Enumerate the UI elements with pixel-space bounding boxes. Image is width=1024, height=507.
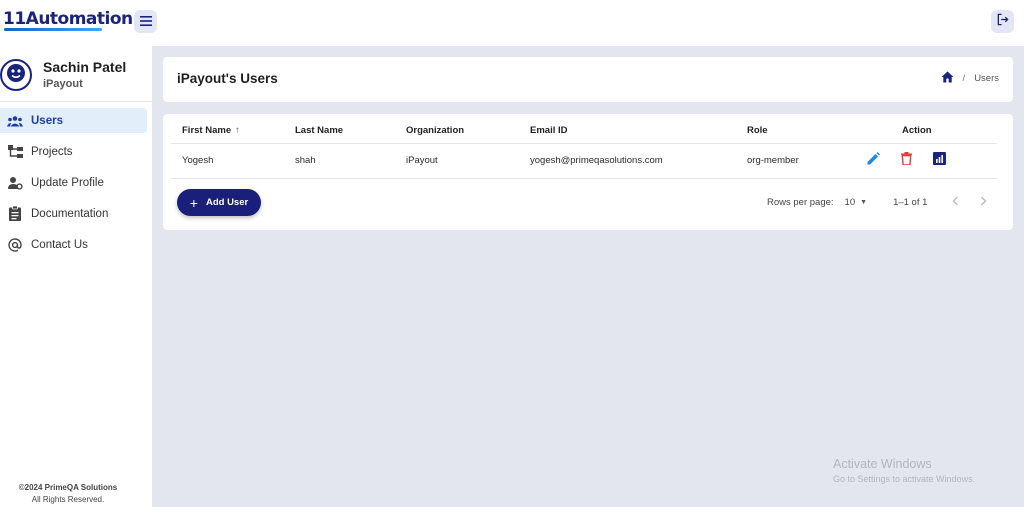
- sidebar-item-update-profile[interactable]: Update Profile: [0, 170, 147, 195]
- update-profile-icon: [7, 175, 23, 191]
- edit-button[interactable]: [865, 152, 881, 170]
- user-profile: Sachin Patel iPayout: [0, 46, 152, 102]
- breadcrumb-separator: /: [962, 73, 966, 84]
- rights-text: All Rights Reserved.: [31, 495, 105, 504]
- users-icon: [7, 113, 23, 129]
- cell-first-name: Yogesh: [182, 155, 214, 166]
- watermark-title: Activate Windows: [833, 457, 932, 471]
- cell-role: org-member: [747, 155, 799, 166]
- sidebar-item-label: Documentation: [31, 207, 109, 220]
- logout-icon: [996, 13, 1009, 31]
- column-header-email: Email ID: [530, 125, 568, 136]
- at-sign-icon: [7, 237, 23, 253]
- report-button[interactable]: [931, 152, 947, 170]
- user-name: Sachin Patel: [43, 59, 127, 75]
- sidebar-item-documentation[interactable]: Documentation: [0, 201, 147, 226]
- page-title: iPayout's Users: [177, 71, 278, 86]
- top-bar: 11Automation: [0, 0, 1024, 46]
- logo-underline: [4, 28, 102, 31]
- sidebar-item-users[interactable]: Users: [0, 108, 147, 133]
- column-header-first-name[interactable]: First Name ↑: [182, 118, 240, 144]
- copyright-text: ©2024 PrimeQA Solutions: [18, 483, 118, 492]
- face-icon: [5, 62, 27, 89]
- caret-down-icon: ▼: [860, 198, 868, 206]
- breadcrumb: / Users: [941, 71, 999, 86]
- breadcrumb-current: Users: [974, 73, 999, 84]
- users-table-card: First Name ↑ Last Name Organization Email…: [163, 114, 1013, 230]
- pagination-range: 1–1 of 1: [893, 196, 928, 208]
- column-header-role: Role: [747, 125, 768, 136]
- main-content: iPayout's Users / Users First Name ↑ Last…: [152, 46, 1024, 507]
- pencil-icon: [867, 152, 880, 170]
- menu-toggle-button[interactable]: [134, 10, 157, 33]
- app-logo[interactable]: 11Automation: [3, 9, 133, 29]
- sidebar-nav: Users Projects Update Profile Documentat…: [0, 108, 152, 263]
- column-header-label: First Name: [182, 125, 232, 136]
- previous-page-button[interactable]: [945, 192, 965, 212]
- rows-per-page-value: 10: [844, 196, 856, 208]
- page-header-card: iPayout's Users / Users: [163, 57, 1013, 102]
- column-header-action: Action: [902, 125, 932, 136]
- add-user-button[interactable]: + Add User: [177, 189, 261, 216]
- sidebar-item-label: Projects: [31, 145, 73, 158]
- sidebar: Sachin Patel iPayout Users Projects Upda…: [0, 46, 152, 507]
- watermark-subtitle: Go to Settings to activate Windows.: [833, 474, 976, 484]
- hamburger-icon: [139, 13, 152, 31]
- pagination: Rows per page: 10 ▼ 1–1 of 1: [767, 192, 993, 212]
- chevron-left-icon: [952, 196, 959, 209]
- sidebar-footer: ©2024 PrimeQA Solutions All Rights Reser…: [0, 482, 136, 506]
- delete-button[interactable]: [898, 152, 914, 170]
- bar-chart-icon: [932, 152, 946, 170]
- cell-last-name: shah: [295, 155, 316, 166]
- column-header-organization: Organization: [406, 125, 465, 136]
- sidebar-item-label: Update Profile: [31, 176, 104, 189]
- cell-email: yogesh@primeqasolutions.com: [530, 155, 663, 166]
- column-header-last-name: Last Name: [295, 125, 344, 136]
- home-icon[interactable]: [941, 71, 954, 86]
- user-organization: iPayout: [43, 78, 83, 90]
- plus-icon: +: [189, 194, 198, 211]
- sidebar-item-label: Users: [31, 114, 63, 127]
- sidebar-item-label: Contact Us: [31, 238, 88, 251]
- sidebar-item-contact-us[interactable]: Contact Us: [0, 232, 147, 257]
- rows-per-page-label: Rows per page:: [767, 196, 834, 208]
- table-row: Yogesh shah iPayout yogesh@primeqasoluti…: [171, 145, 997, 179]
- projects-icon: [7, 144, 23, 160]
- cell-organization: iPayout: [406, 155, 438, 166]
- avatar[interactable]: [0, 59, 32, 91]
- next-page-button[interactable]: [973, 192, 993, 212]
- table-header: First Name ↑ Last Name Organization Email…: [171, 118, 997, 144]
- sidebar-item-projects[interactable]: Projects: [0, 139, 147, 164]
- activate-windows-watermark: Activate Windows Go to Settings to activ…: [833, 457, 975, 484]
- logout-button[interactable]: [991, 10, 1014, 33]
- documentation-icon: [7, 206, 23, 222]
- rows-per-page-select[interactable]: 10 ▼: [845, 197, 868, 208]
- trash-icon: [900, 152, 912, 170]
- add-user-label: Add User: [205, 197, 249, 208]
- chevron-right-icon: [980, 196, 987, 209]
- sort-arrow-up-icon[interactable]: ↑: [235, 118, 240, 144]
